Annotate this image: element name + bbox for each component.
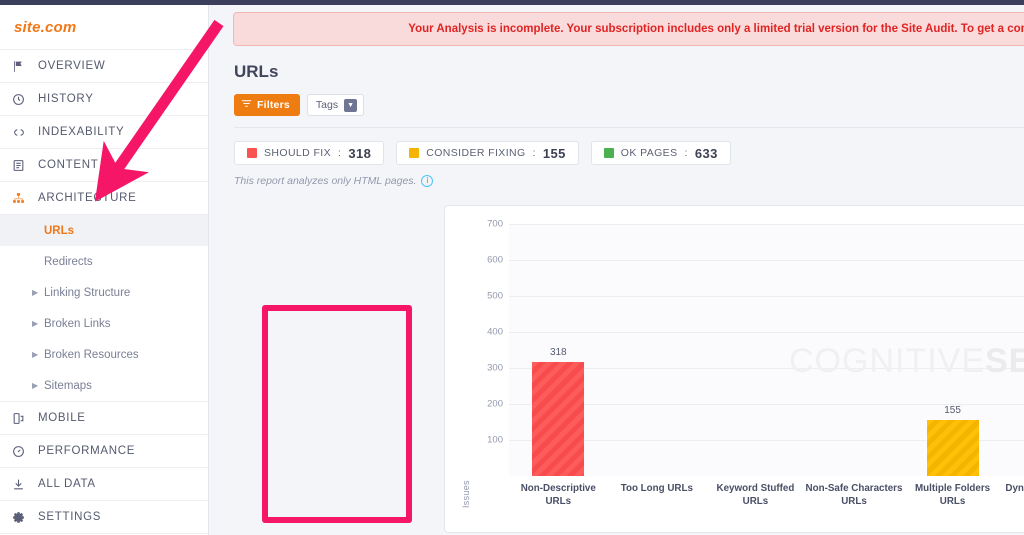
sidebar-subitem-label: Broken Links bbox=[44, 318, 110, 330]
status-badge-consider-fixing[interactable]: CONSIDER FIXING : 155 bbox=[396, 141, 579, 165]
sidebar-subitem-sitemaps[interactable]: ▶ Sitemaps bbox=[0, 370, 208, 401]
gridline bbox=[509, 224, 1024, 225]
status-badge-should-fix[interactable]: SHOULD FIX : 318 bbox=[234, 141, 384, 165]
status-badge-ok-pages[interactable]: OK PAGES : 633 bbox=[591, 141, 731, 165]
chart-y-axis-title: Issues bbox=[461, 480, 471, 508]
toolbar-divider bbox=[234, 127, 1024, 128]
status-swatch bbox=[247, 148, 257, 158]
status-label: SHOULD FIX bbox=[264, 147, 331, 159]
x-axis-label: Multiple FoldersURLs bbox=[901, 482, 1005, 508]
document-icon bbox=[12, 159, 36, 172]
sidebar-item-label: SETTINGS bbox=[36, 511, 101, 523]
toolbar: Filters Tags ▼ bbox=[234, 94, 1024, 116]
x-axis-label: Too Long URLs bbox=[605, 482, 709, 495]
chevron-right-icon: ▶ bbox=[32, 381, 38, 390]
sidebar-item-label: ARCHITECTURE bbox=[36, 192, 137, 204]
chart-card: 700600500400300200100 COGNITIVESEO 31815… bbox=[444, 205, 1024, 533]
sidebar-item-architecture[interactable]: ARCHITECTURE bbox=[0, 182, 208, 215]
sidebar-subitem-label: Linking Structure bbox=[44, 287, 130, 299]
status-colon: : bbox=[338, 147, 341, 159]
status-label: CONSIDER FIXING bbox=[426, 147, 525, 159]
sidebar-item-label: CONTENT bbox=[36, 159, 98, 171]
x-axis-label: Non-Safe CharactersURLs bbox=[802, 482, 906, 508]
link-icon bbox=[12, 126, 36, 139]
clock-icon bbox=[12, 93, 36, 106]
gauge-icon bbox=[12, 445, 36, 458]
tags-label: Tags bbox=[316, 99, 338, 111]
filters-label: Filters bbox=[257, 99, 290, 111]
gridline bbox=[509, 296, 1024, 297]
sidebar-item-history[interactable]: HISTORY bbox=[0, 83, 208, 116]
gridline bbox=[509, 332, 1024, 333]
status-swatch bbox=[409, 148, 419, 158]
sidebar-item-indexability[interactable]: INDEXABILITY bbox=[0, 116, 208, 149]
sidebar-subitem-label: Sitemaps bbox=[44, 380, 92, 392]
gear-icon bbox=[12, 511, 36, 524]
trial-alert-banner: Your Analysis is incomplete. Your subscr… bbox=[233, 12, 1024, 46]
chart-bar[interactable]: 318 bbox=[532, 362, 584, 476]
sidebar-subitem-broken-links[interactable]: ▶ Broken Links bbox=[0, 308, 208, 339]
sidebar-subitem-broken-resources[interactable]: ▶ Broken Resources bbox=[0, 339, 208, 370]
chevron-down-icon[interactable]: ▼ bbox=[344, 99, 357, 112]
brand-name: site.com bbox=[14, 19, 76, 36]
download-icon bbox=[12, 478, 36, 491]
sidebar-item-content[interactable]: CONTENT bbox=[0, 149, 208, 182]
status-colon: : bbox=[533, 147, 536, 159]
sidebar-subitem-redirects[interactable]: Redirects bbox=[0, 246, 208, 277]
x-axis-label: Non-DescriptiveURLs bbox=[506, 482, 610, 508]
status-value: 318 bbox=[348, 146, 371, 161]
gridline bbox=[509, 368, 1024, 369]
report-note: This report analyzes only HTML pages. i bbox=[234, 175, 1024, 187]
page-title: URLs bbox=[234, 62, 1024, 82]
chart-x-axis-labels: Non-DescriptiveURLsToo Long URLsKeyword … bbox=[509, 482, 1024, 522]
status-colon: : bbox=[685, 147, 688, 159]
sidebar-item-all-data[interactable]: ALL DATA bbox=[0, 468, 208, 501]
status-label: OK PAGES bbox=[621, 147, 678, 159]
sidebar-item-label: OVERVIEW bbox=[36, 60, 105, 72]
x-axis-label: Keyword StuffedURLs bbox=[703, 482, 807, 508]
chevron-right-icon: ▶ bbox=[32, 350, 38, 359]
sidebar-item-label: PERFORMANCE bbox=[36, 445, 135, 457]
gridline bbox=[509, 260, 1024, 261]
info-icon[interactable]: i bbox=[421, 175, 433, 187]
sidebar-item-label: HISTORY bbox=[36, 93, 94, 105]
filters-button[interactable]: Filters bbox=[234, 94, 300, 116]
sidebar-subitem-label: Broken Resources bbox=[44, 349, 139, 361]
status-swatch bbox=[604, 148, 614, 158]
stats-row: SHOULD FIX : 318 CONSIDER FIXING : 155 O… bbox=[234, 141, 1024, 165]
sidebar-item-performance[interactable]: PERFORMANCE bbox=[0, 435, 208, 468]
sidebar-subitem-urls[interactable]: URLs bbox=[0, 215, 208, 246]
sidebar-item-label: INDEXABILITY bbox=[36, 126, 124, 138]
chevron-right-icon: ▶ bbox=[32, 319, 38, 328]
flag-icon bbox=[12, 60, 36, 73]
alert-text: Your Analysis is incomplete. Your subscr… bbox=[408, 23, 1024, 35]
sidebar-item-mobile[interactable]: MOBILE bbox=[0, 402, 208, 435]
sidebar: site.com OVERVIEW HISTORY INDEXABILITY C bbox=[0, 5, 209, 535]
sidebar-subitem-label: Redirects bbox=[44, 256, 93, 268]
chart-plot-area: 700600500400300200100 COGNITIVESEO 31815… bbox=[489, 224, 1024, 476]
tags-button[interactable]: Tags ▼ bbox=[307, 94, 364, 116]
status-value: 633 bbox=[695, 146, 718, 161]
sidebar-subitem-label: URLs bbox=[44, 225, 74, 237]
sidebar-item-overview[interactable]: OVERVIEW bbox=[0, 50, 208, 83]
sidebar-subitem-linking-structure[interactable]: ▶ Linking Structure bbox=[0, 277, 208, 308]
filter-icon bbox=[241, 98, 252, 112]
sidebar-item-label: MOBILE bbox=[36, 412, 86, 424]
sidebar-item-label: ALL DATA bbox=[36, 478, 96, 490]
sidebar-item-settings[interactable]: SETTINGS bbox=[0, 501, 208, 534]
status-value: 155 bbox=[543, 146, 566, 161]
main-content: Your Analysis is incomplete. Your subscr… bbox=[209, 5, 1024, 535]
mobile-icon bbox=[12, 412, 36, 425]
chart-bar[interactable]: 155 bbox=[927, 420, 979, 476]
x-axis-label: Dynamic ParameterURLs bbox=[999, 482, 1024, 508]
brand-logo[interactable]: site.com bbox=[0, 5, 208, 50]
report-note-text: This report analyzes only HTML pages. bbox=[234, 175, 416, 187]
app-root: site.com OVERVIEW HISTORY INDEXABILITY C bbox=[0, 0, 1024, 535]
chevron-right-icon: ▶ bbox=[32, 288, 38, 297]
chart-bar-value: 318 bbox=[550, 347, 567, 358]
chart-bar-value: 155 bbox=[944, 405, 961, 416]
sitemap-icon bbox=[12, 192, 36, 205]
